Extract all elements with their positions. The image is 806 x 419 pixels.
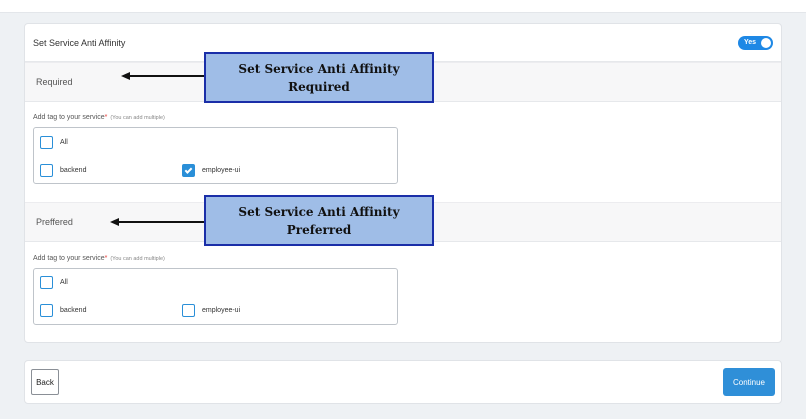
preferred-section-label: Preffered — [36, 217, 73, 227]
preferred-tag-hint: (You can add multiple) — [110, 256, 165, 262]
anti-affinity-toggle[interactable]: Yes — [738, 35, 773, 50]
required-callout-line2: Required — [288, 79, 350, 94]
preferred-callout-line1: Set Service Anti Affinity — [238, 204, 400, 219]
top-bar — [0, 0, 806, 13]
checkmark-icon — [184, 165, 193, 174]
required-tag-box: All backend employee-ui — [33, 127, 398, 184]
required-callout-line1: Set Service Anti Affinity — [238, 61, 400, 76]
preferred-checkbox-backend[interactable] — [40, 304, 53, 317]
preferred-callout: Set Service Anti Affinity Preferred — [204, 195, 434, 246]
required-star: * — [104, 114, 108, 121]
preferred-option-all[interactable]: All — [40, 276, 68, 289]
required-tag-hint: (You can add multiple) — [110, 115, 165, 121]
required-arrow-line — [128, 75, 204, 77]
required-option-backend-label: backend — [60, 167, 87, 174]
preferred-option-all-label: All — [60, 279, 68, 286]
required-option-employee-ui[interactable]: employee-ui — [182, 164, 240, 177]
required-checkbox-all[interactable] — [40, 136, 53, 149]
preferred-callout-line2: Preferred — [286, 222, 352, 237]
preferred-option-employee-ui-label: employee-ui — [202, 307, 241, 314]
required-checkbox-employee-ui[interactable] — [182, 164, 195, 177]
preferred-tag-label: Add tag to your service — [33, 255, 105, 262]
required-tag-label-row: Add tag to your service * (You can add mu… — [33, 114, 165, 121]
footer-bar: Back Continue — [24, 360, 782, 404]
preferred-option-employee-ui[interactable]: employee-ui — [182, 304, 240, 317]
required-option-backend[interactable]: backend — [40, 164, 86, 177]
preferred-option-backend[interactable]: backend — [40, 304, 86, 317]
required-option-all[interactable]: All — [40, 136, 68, 149]
card-title: Set Service Anti Affinity — [33, 37, 126, 48]
required-section-label: Required — [36, 77, 73, 87]
back-button[interactable]: Back — [31, 369, 59, 395]
required-tag-label: Add tag to your service — [33, 114, 105, 121]
preferred-tag-box: All backend employee-ui — [33, 268, 398, 325]
preferred-arrow-line — [117, 221, 204, 223]
required-option-employee-ui-label: employee-ui — [202, 167, 241, 174]
toggle-knob — [761, 37, 771, 48]
preferred-option-backend-label: backend — [60, 307, 87, 314]
preferred-star: * — [104, 255, 108, 262]
required-checkbox-backend[interactable] — [40, 164, 53, 177]
preferred-tag-label-row: Add tag to your service * (You can add mu… — [33, 255, 165, 262]
toggle-label: Yes — [744, 39, 757, 46]
continue-button[interactable]: Continue — [723, 368, 775, 396]
required-option-all-label: All — [60, 139, 68, 146]
required-callout: Set Service Anti Affinity Required — [204, 52, 434, 103]
preferred-checkbox-employee-ui[interactable] — [182, 304, 195, 317]
preferred-checkbox-all[interactable] — [40, 276, 53, 289]
